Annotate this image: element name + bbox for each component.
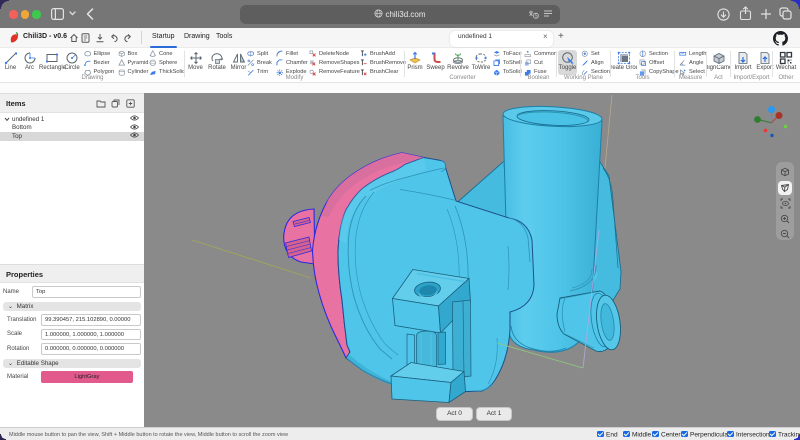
svg-text:5: 5 (535, 14, 538, 19)
